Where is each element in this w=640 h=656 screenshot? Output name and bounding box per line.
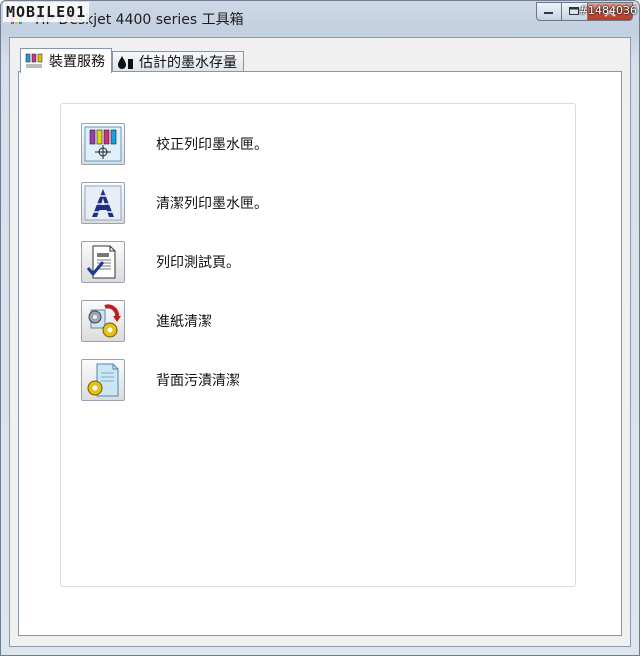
app-window: HP Deskjet 4400 series 工具箱 MOBILE01 #148… [0, 0, 640, 656]
back-smudge-clean-icon [87, 363, 119, 397]
align-cartridges-label[interactable]: 校正列印墨水匣。 [156, 134, 268, 154]
paper-feed-clean-button[interactable] [81, 300, 125, 342]
align-cartridges-button[interactable] [81, 123, 125, 165]
watermark-id: #1484036 [578, 4, 637, 17]
device-services-panel: 校正列印墨水匣。 清潔列印墨水匣。 列印測試頁。 進紙清潔 背面污漬清潔 [18, 71, 622, 636]
test-page-label[interactable]: 列印測試頁。 [156, 252, 240, 272]
clean-cartridges-label[interactable]: 清潔列印墨水匣。 [156, 193, 268, 213]
action-list: 校正列印墨水匣。 清潔列印墨水匣。 列印測試頁。 進紙清潔 背面污漬清潔 [81, 122, 268, 417]
align-cartridges-item: 校正列印墨水匣。 [81, 122, 268, 166]
back-smudge-clean-label[interactable]: 背面污漬清潔 [156, 370, 240, 390]
test-page-button[interactable] [81, 241, 125, 283]
tab-estimated-ink[interactable]: 估計的墨水存量 [112, 51, 244, 72]
tab-label: 裝置服務 [49, 54, 105, 70]
ink-drop-icon [117, 54, 135, 70]
paper-feed-clean-label[interactable]: 進紙清潔 [156, 311, 212, 331]
clean-cartridges-icon [84, 185, 122, 221]
client-area: 裝置服務 估計的墨水存量 校正列印墨水匣。 清潔列印墨水匣。 列印測試頁。 進紙… [9, 37, 631, 647]
minimize-icon [544, 11, 553, 14]
back-smudge-clean-item: 背面污漬清潔 [81, 358, 268, 402]
title-bar[interactable]: HP Deskjet 4400 series 工具箱 MOBILE01 #148… [1, 1, 639, 35]
services-group: 校正列印墨水匣。 清潔列印墨水匣。 列印測試頁。 進紙清潔 背面污漬清潔 [60, 103, 576, 587]
align-cartridges-icon [84, 126, 122, 162]
back-smudge-clean-button[interactable] [81, 359, 125, 401]
tab-device-services[interactable]: 裝置服務 [20, 48, 112, 73]
tab-strip: 裝置服務 估計的墨水存量 [20, 46, 244, 73]
paper-feed-clean-item: 進紙清潔 [81, 299, 268, 343]
clean-cartridges-button[interactable] [81, 182, 125, 224]
printer-cartridges-icon [25, 53, 45, 69]
paper-feed-clean-icon [88, 304, 121, 338]
test-page-icon [86, 245, 116, 279]
minimize-button[interactable] [536, 2, 562, 21]
clean-cartridges-item: 清潔列印墨水匣。 [81, 181, 268, 225]
watermark-logo: MOBILE01 [3, 2, 90, 22]
test-page-item: 列印測試頁。 [81, 240, 268, 284]
tab-label: 估計的墨水存量 [139, 55, 237, 71]
